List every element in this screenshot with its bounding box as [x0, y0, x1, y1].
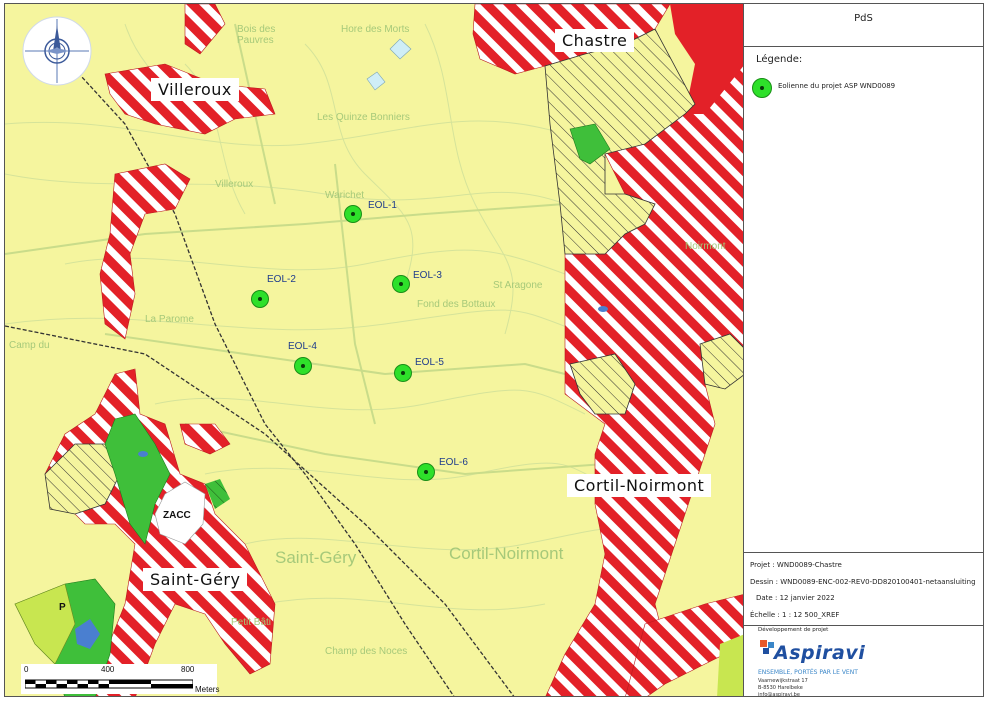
panel-title: PdS: [744, 4, 983, 47]
place-label-saint-gery: Saint-Géry: [143, 568, 248, 591]
info-date: Date : 12 janvier 2022: [756, 594, 835, 602]
aspiravi-logo-text: Aspiravi: [774, 642, 866, 664]
turbine-marker-eol-1[interactable]: [344, 205, 362, 223]
maptext-quinze-bonniers: Les Quinze Bonniers: [317, 112, 410, 123]
scalebar-graphic: [25, 679, 193, 689]
turbine-label-eol-6: EOL-6: [439, 457, 468, 468]
address-line-2: B-8530 Harelbeke: [758, 685, 803, 691]
maptext-petit-bati: Petit Bâti: [231, 617, 272, 628]
title-block: Projet : WND0089-Chastre Dessin : WND008…: [744, 552, 983, 626]
info-date-key: Date :: [756, 594, 778, 602]
turbine-marker-eol-5[interactable]: [394, 364, 412, 382]
place-label-cortil-noirmont: Cortil-Noirmont: [567, 474, 712, 497]
info-scale: Échelle : 1 : 12 500_XREF: [750, 611, 839, 619]
maptext-villeroux: Villeroux: [215, 179, 254, 190]
map-base-layer: [5, 4, 743, 696]
maptext-cortil-noirmont: Cortil-Noirmont: [449, 544, 564, 563]
map-canvas[interactable]: Bois des Pauvres Hore des Morts Les Quinz…: [4, 3, 744, 697]
info-drawing-key: Dessin :: [750, 578, 778, 586]
maptext-noirmont: Noirmont: [685, 241, 726, 252]
developer-label: Développement de projet: [758, 627, 829, 633]
turbine-label-eol-5: EOL-5: [415, 357, 444, 368]
turbine-label-eol-3: EOL-3: [413, 270, 442, 281]
maptext-camp-du: Camp du: [9, 340, 50, 351]
legend-turbine-text: Eolienne du projet ASP WND0089: [778, 82, 896, 90]
maptext-saint-gery: Saint-Géry: [275, 548, 357, 567]
place-label-chastre: Chastre: [555, 29, 635, 52]
turbine-label-eol-1: EOL-1: [368, 200, 397, 211]
address-line-1: Vaarnewijkstraat 17: [758, 678, 808, 684]
legend-title: Légende:: [756, 54, 803, 65]
compass-rose-icon: [22, 16, 92, 86]
info-date-value: 12 janvier 2022: [779, 594, 835, 602]
info-project: Projet : WND0089-Chastre: [750, 561, 842, 569]
info-project-value: WND0089-Chastre: [776, 561, 842, 569]
maptext-fond-des-bottaux: Fond des Bottaux: [417, 299, 496, 310]
info-scale-value: 1 : 12 500_XREF: [782, 611, 840, 619]
legend-turbine-icon: [752, 78, 772, 98]
maptext-bois-des-pauvres: Bois des Pauvres: [237, 24, 276, 46]
parking-label: P: [59, 602, 66, 613]
turbine-marker-eol-6[interactable]: [417, 463, 435, 481]
ponds: [366, 38, 412, 91]
logo-tagline: ENSEMBLE, PORTÉS PAR LE VENT: [758, 669, 858, 676]
maptext-la-parome: La Parome: [145, 314, 194, 325]
scalebar-label-800: 800: [181, 665, 195, 674]
maptext-hore-des-morts: Hore des Morts: [341, 24, 410, 35]
turbine-label-eol-4: EOL-4: [288, 341, 317, 352]
info-project-key: Projet :: [750, 561, 775, 569]
turbine-label-eol-2: EOL-2: [267, 274, 296, 285]
scalebar-label-0: 0: [24, 665, 29, 674]
zacc-label: ZACC: [163, 510, 191, 521]
place-label-villeroux: Villeroux: [151, 78, 239, 101]
info-drawing: Dessin : WND0089-ENC-002-REV0-DD82010040…: [750, 578, 976, 586]
info-drawing-value: WND0089-ENC-002-REV0-DD820100401-netaans…: [780, 578, 976, 586]
scalebar-label-400: 400: [101, 665, 115, 674]
turbine-marker-eol-4[interactable]: [294, 357, 312, 375]
maptext-st-aragone: St Aragone: [493, 280, 543, 291]
turbine-marker-eol-2[interactable]: [251, 290, 269, 308]
scalebar-unit: Meters: [195, 685, 220, 694]
turbine-marker-eol-3[interactable]: [392, 275, 410, 293]
maptext-champ-des-noces: Champ des Noces: [325, 646, 408, 657]
maptext-warichet: Warichet: [325, 190, 365, 201]
address-line-3: info@aspiravi.be: [758, 692, 800, 698]
info-scale-key: Échelle :: [750, 611, 780, 619]
scalebar: 0 400 800 Meters: [21, 664, 220, 694]
map-info-panel: PdS Légende: Eolienne du projet ASP WND0…: [744, 3, 984, 698]
